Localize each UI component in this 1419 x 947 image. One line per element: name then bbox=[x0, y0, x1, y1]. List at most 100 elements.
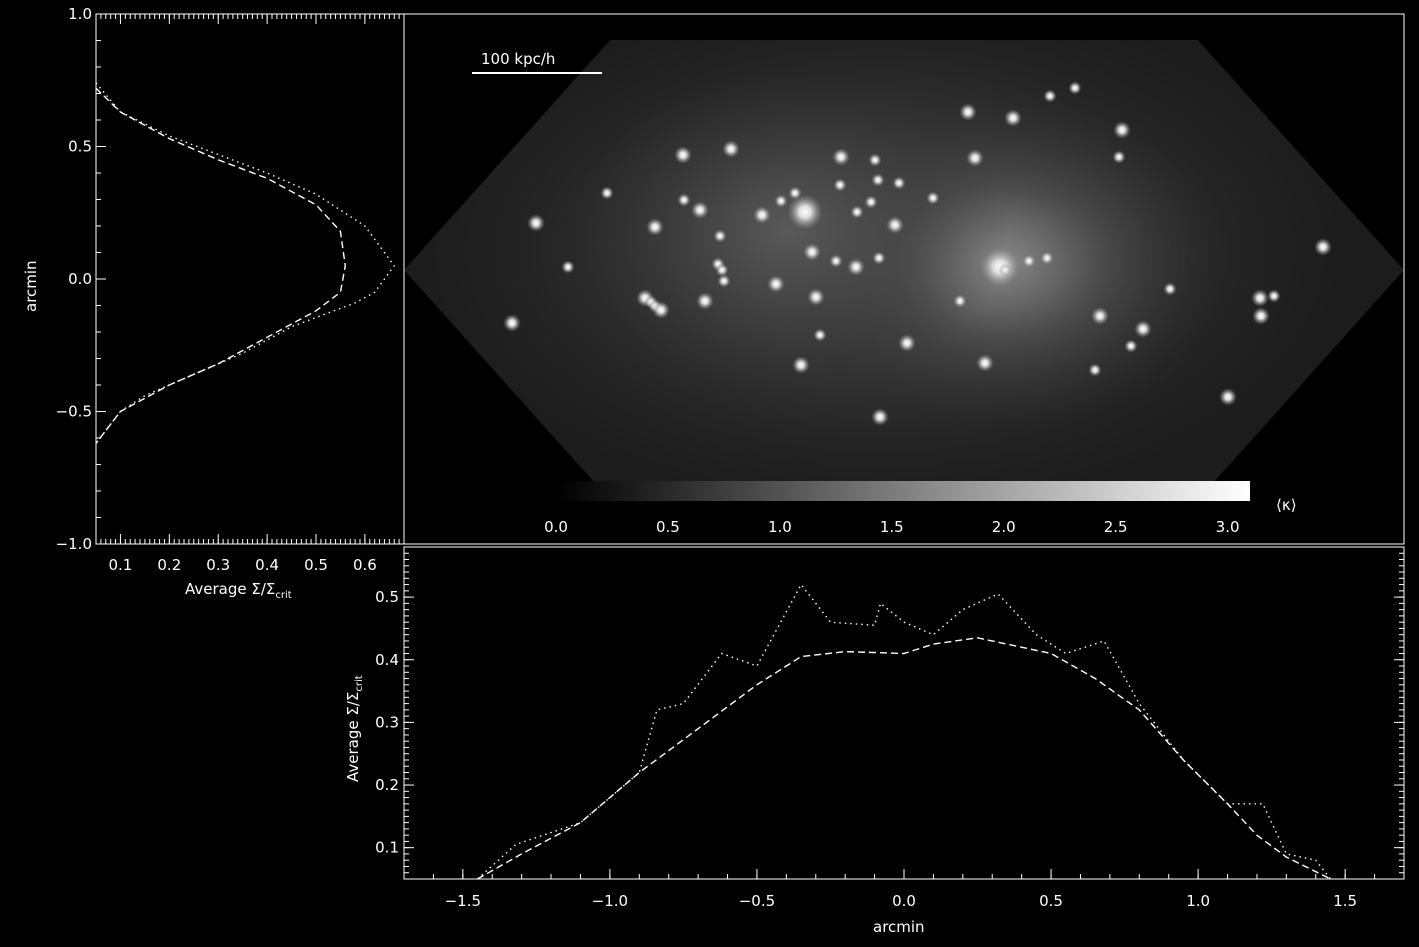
substructure-point bbox=[1251, 289, 1269, 307]
bottom-y-tick-label: 0.5 bbox=[375, 588, 399, 606]
substructure-point bbox=[998, 263, 1012, 277]
substructure-point bbox=[829, 254, 843, 268]
dashed-profile-line bbox=[95, 87, 347, 444]
substructure-point bbox=[503, 314, 521, 332]
substructure-point bbox=[1219, 388, 1237, 406]
substructure-point bbox=[1267, 289, 1281, 303]
bottom-x-tick-label: −1.5 bbox=[445, 892, 481, 910]
bottom-axis-ticks bbox=[403, 552, 1405, 880]
left-x-axis-label: Average Σ/Σcrit bbox=[185, 580, 292, 601]
bottom-y-tick-label: 0.3 bbox=[375, 713, 399, 731]
left-x-tick-label: 0.5 bbox=[304, 556, 328, 574]
substructure-point bbox=[850, 205, 864, 219]
substructure-point bbox=[767, 275, 785, 293]
substructure-point bbox=[792, 356, 810, 374]
substructure-point bbox=[926, 191, 940, 205]
left-y-tick-label: 0.5 bbox=[68, 138, 92, 156]
left-y-tick-label: 0.0 bbox=[68, 270, 92, 288]
dotted-profile-line bbox=[95, 82, 396, 444]
substructure-point bbox=[788, 186, 802, 200]
substructure-point bbox=[527, 214, 545, 232]
left-x-tick-label: 0.1 bbox=[109, 556, 133, 574]
left-x-tick-label: 0.3 bbox=[206, 556, 230, 574]
substructure-point bbox=[713, 229, 727, 243]
left-y-tick-label: 1.0 bbox=[68, 5, 92, 23]
substructure-point bbox=[674, 146, 692, 164]
substructure-point bbox=[774, 194, 788, 208]
substructure-point bbox=[1252, 307, 1270, 325]
left-x-tick-label: 0.6 bbox=[353, 556, 377, 574]
substructure-point bbox=[898, 334, 916, 352]
substructure-point bbox=[1314, 238, 1332, 256]
bottom-x-axis-label: arcmin bbox=[873, 918, 925, 936]
substructure-point bbox=[892, 176, 906, 190]
bottom-series-lines bbox=[477, 583, 1332, 880]
map-halo-west bbox=[570, 70, 1010, 390]
dotted-profile-line bbox=[477, 583, 1332, 880]
left-axis-ticks bbox=[96, 13, 400, 545]
left-y-tick-label: −1.0 bbox=[56, 535, 92, 553]
substructure-point bbox=[1134, 320, 1152, 338]
substructure-point bbox=[813, 328, 827, 342]
substructure-point bbox=[1112, 150, 1126, 164]
colorbar-tick-label: 1.0 bbox=[768, 518, 792, 536]
substructure-point bbox=[1088, 363, 1102, 377]
substructure-point bbox=[1004, 109, 1022, 127]
colorbar-tick-label: 3.0 bbox=[1216, 518, 1240, 536]
left-y-tick-label: −0.5 bbox=[56, 403, 92, 421]
substructure-point bbox=[715, 263, 729, 277]
substructure-point bbox=[691, 201, 709, 219]
substructure-point bbox=[600, 186, 614, 200]
left-x-tick-label: 0.4 bbox=[255, 556, 279, 574]
substructure-point bbox=[871, 408, 889, 426]
substructure-point bbox=[832, 148, 850, 166]
substructure-point bbox=[959, 103, 977, 121]
substructure-point bbox=[753, 206, 771, 224]
bottom-x-tick-label: 0.5 bbox=[1039, 892, 1063, 910]
colorbar-label: ⟨κ⟩ bbox=[1276, 496, 1297, 514]
colorbar-tick-label: 2.0 bbox=[992, 518, 1016, 536]
left-x-tick-label: 0.2 bbox=[157, 556, 181, 574]
substructure-point bbox=[868, 153, 882, 167]
substructure-point bbox=[561, 260, 575, 274]
substructure-point bbox=[652, 301, 670, 319]
substructure-point bbox=[1022, 254, 1036, 268]
substructure-point bbox=[1113, 121, 1131, 139]
bottom-x-tick-label: 1.5 bbox=[1333, 892, 1357, 910]
left-profile-plot: 0.1 0.2 0.3 0.4 0.5 0.6 1.0 0.5 0.0 −0.5 −1.0 Aver… bbox=[22, 5, 405, 601]
bottom-y-axis-label: Average Σ/Σcrit bbox=[344, 675, 365, 782]
substructure-point bbox=[803, 243, 821, 261]
substructure-point bbox=[871, 173, 885, 187]
substructure-point bbox=[886, 216, 904, 234]
substructure-point bbox=[953, 294, 967, 308]
left-series-lines bbox=[95, 82, 396, 444]
colorbar-tick-label: 1.5 bbox=[880, 518, 904, 536]
bottom-y-tick-label: 0.4 bbox=[375, 651, 399, 669]
bottom-profile-plot: −1.5 −1.0 −0.5 0.0 0.5 1.0 1.50.10.20.30.40.5 … bbox=[344, 546, 1405, 936]
substructure-point bbox=[807, 288, 825, 306]
left-plot-frame bbox=[95, 13, 405, 545]
substructure-point bbox=[1091, 307, 1109, 325]
substructure-point bbox=[976, 354, 994, 372]
bottom-y-tick-label: 0.2 bbox=[375, 776, 399, 794]
left-tick-labels: 0.1 0.2 0.3 0.4 0.5 0.6 1.0 0.5 0.0 −0.5 −1.0 bbox=[56, 5, 377, 574]
figure-canvas: 100 kpc/h 0.0 0.5 1.0 1.5 2.0 2.5 3.0 ⟨κ⟩ 0.1 0… bbox=[22, 5, 1405, 936]
bottom-x-tick-label: 1.0 bbox=[1186, 892, 1210, 910]
substructure-point bbox=[1163, 282, 1177, 296]
substructure-point bbox=[717, 274, 731, 288]
bottom-tick-labels: −1.5 −1.0 −0.5 0.0 0.5 1.0 1.5 0.1 0.2 0.3 0.4 0.5 bbox=[375, 588, 1357, 910]
dashed-profile-line bbox=[477, 637, 1331, 880]
colorbar bbox=[556, 481, 1250, 501]
substructure-point bbox=[847, 258, 865, 276]
colorbar-tick-label: 0.0 bbox=[544, 518, 568, 536]
bottom-plot-frame bbox=[403, 546, 1405, 880]
substructure-point bbox=[1068, 81, 1082, 95]
substructure-point bbox=[1124, 339, 1138, 353]
substructure-point bbox=[833, 178, 847, 192]
convergence-map: 100 kpc/h 0.0 0.5 1.0 1.5 2.0 2.5 3.0 ⟨κ⟩ bbox=[403, 13, 1405, 545]
substructure-point bbox=[787, 194, 823, 230]
substructure-point bbox=[722, 140, 740, 158]
colorbar-tick-label: 2.5 bbox=[1104, 518, 1128, 536]
bottom-y-tick-label: 0.1 bbox=[375, 839, 399, 857]
substructure-point bbox=[1040, 251, 1054, 265]
